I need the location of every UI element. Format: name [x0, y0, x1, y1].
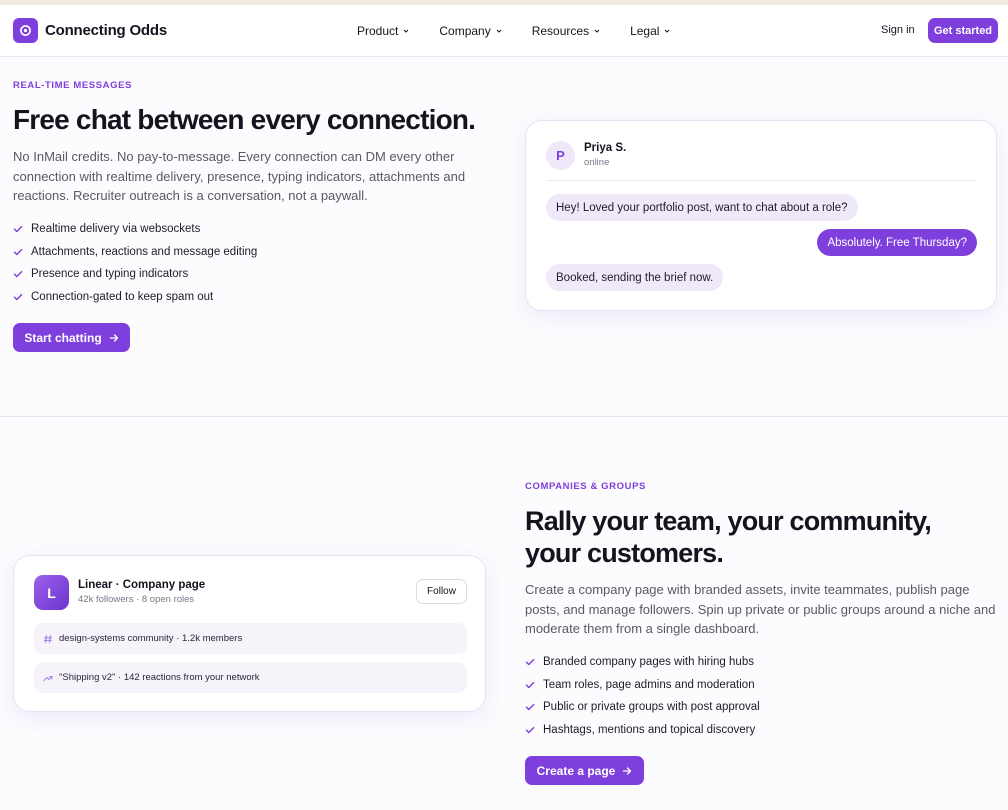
post-row-text: "Shipping v2" · 142 reactions from your … — [59, 672, 260, 683]
community-row[interactable]: design-systems community · 1.2k members — [34, 623, 467, 654]
feature-text: Team roles, page admins and moderation — [543, 678, 755, 691]
trending-up-icon — [43, 675, 53, 681]
main-menu: Product Company Resources Legal — [357, 24, 700, 38]
company-meta: 42k followers · 8 open roles — [78, 594, 195, 605]
messages-description: No InMail credits. No pay-to-message. Ev… — [13, 149, 466, 203]
company-name: Linear · Company page — [78, 579, 206, 591]
sign-in-link[interactable]: Sign in — [881, 24, 915, 36]
check-icon — [13, 248, 23, 255]
button-label: Create a page — [536, 763, 616, 778]
menu-item-product[interactable]: Product — [357, 24, 409, 38]
hash-icon — [43, 634, 53, 643]
chevron-down-icon — [594, 29, 600, 33]
companies-title-line2: your customers. — [525, 538, 724, 568]
messages-eyebrow: REAL-TIME MESSAGES — [13, 80, 133, 91]
section-divider — [0, 416, 1008, 417]
messages-feature-list: Realtime delivery via websockets Attachm… — [13, 218, 257, 308]
button-label: Start chatting — [24, 330, 102, 345]
community-row-text: design-systems community · 1.2k members — [59, 633, 243, 644]
contact-name: Priya S. — [584, 142, 627, 154]
companies-eyebrow: COMPANIES & GROUPS — [525, 481, 646, 492]
chevron-down-icon — [404, 29, 409, 33]
companies-feature-list: Branded company pages with hiring hubs T… — [525, 651, 760, 741]
menu-item-label: Legal — [630, 24, 660, 38]
companies-description: Create a company page with branded asset… — [525, 582, 996, 636]
avatar: P — [546, 141, 575, 170]
check-icon — [13, 271, 23, 278]
companies-title: Rally your team, your community, your cu… — [525, 505, 932, 569]
contact-status: online — [584, 157, 610, 168]
chat-bubble-outgoing: Absolutely. Free Thursday? — [817, 229, 977, 256]
chevron-down-icon — [496, 29, 502, 33]
feature-text: Public or private groups with post appro… — [543, 701, 760, 714]
list-item: Branded company pages with hiring hubs — [525, 651, 760, 674]
feature-text: Hashtags, mentions and topical discovery — [543, 723, 756, 736]
brand-logo[interactable]: Connecting Odds — [13, 18, 167, 43]
get-started-button[interactable]: Get started — [928, 18, 998, 43]
divider — [546, 180, 977, 181]
feature-text: Attachments, reactions and message editi… — [31, 245, 258, 258]
check-icon — [13, 226, 23, 233]
list-item: Presence and typing indicators — [13, 263, 257, 286]
list-item: Connection-gated to keep spam out — [13, 286, 257, 309]
company-avatar: L — [34, 575, 69, 610]
start-chatting-button[interactable]: Start chatting — [13, 323, 130, 352]
check-icon — [13, 293, 23, 300]
menu-item-legal[interactable]: Legal — [630, 24, 670, 38]
messages-title: Free chat between every connection. — [13, 104, 476, 135]
list-item: Attachments, reactions and message editi… — [13, 241, 257, 264]
chat-bubble-incoming: Hey! Loved your portfolio post, want to … — [546, 194, 858, 221]
feature-text: Connection-gated to keep spam out — [31, 290, 214, 303]
logo-mark-icon — [13, 18, 38, 43]
menu-item-label: Company — [439, 24, 491, 38]
check-icon — [525, 681, 535, 688]
arrow-right-icon — [623, 766, 632, 775]
list-item: Realtime delivery via websockets — [13, 218, 257, 241]
feature-text: Presence and typing indicators — [31, 268, 189, 281]
top-navbar: Connecting Odds Product Company Resource… — [0, 5, 1008, 57]
check-icon — [525, 659, 535, 666]
companies-title-line1: Rally your team, your community, — [525, 506, 932, 536]
feature-text: Branded company pages with hiring hubs — [543, 656, 754, 669]
menu-item-label: Resources — [531, 24, 590, 38]
brand-name: Connecting Odds — [45, 22, 167, 39]
follow-button[interactable]: Follow — [416, 579, 467, 604]
create-page-button[interactable]: Create a page — [525, 756, 644, 785]
menu-item-label: Product — [357, 24, 399, 38]
feature-text: Realtime delivery via websockets — [31, 223, 201, 236]
list-item: Public or private groups with post appro… — [525, 696, 760, 719]
post-row[interactable]: "Shipping v2" · 142 reactions from your … — [34, 662, 467, 693]
arrow-right-icon — [109, 333, 118, 342]
check-icon — [525, 726, 535, 733]
chevron-down-icon — [665, 29, 670, 33]
chat-preview-card: P Priya S. online Hey! Loved your portfo… — [525, 120, 997, 311]
list-item: Team roles, page admins and moderation — [525, 674, 760, 697]
menu-item-company[interactable]: Company — [439, 24, 502, 38]
check-icon — [525, 704, 535, 711]
company-preview-card: L Linear · Company page 42k followers · … — [13, 555, 486, 712]
chat-bubble-incoming: Booked, sending the brief now. — [546, 264, 724, 291]
menu-item-resources[interactable]: Resources — [532, 24, 600, 38]
list-item: Hashtags, mentions and topical discovery — [525, 719, 760, 742]
